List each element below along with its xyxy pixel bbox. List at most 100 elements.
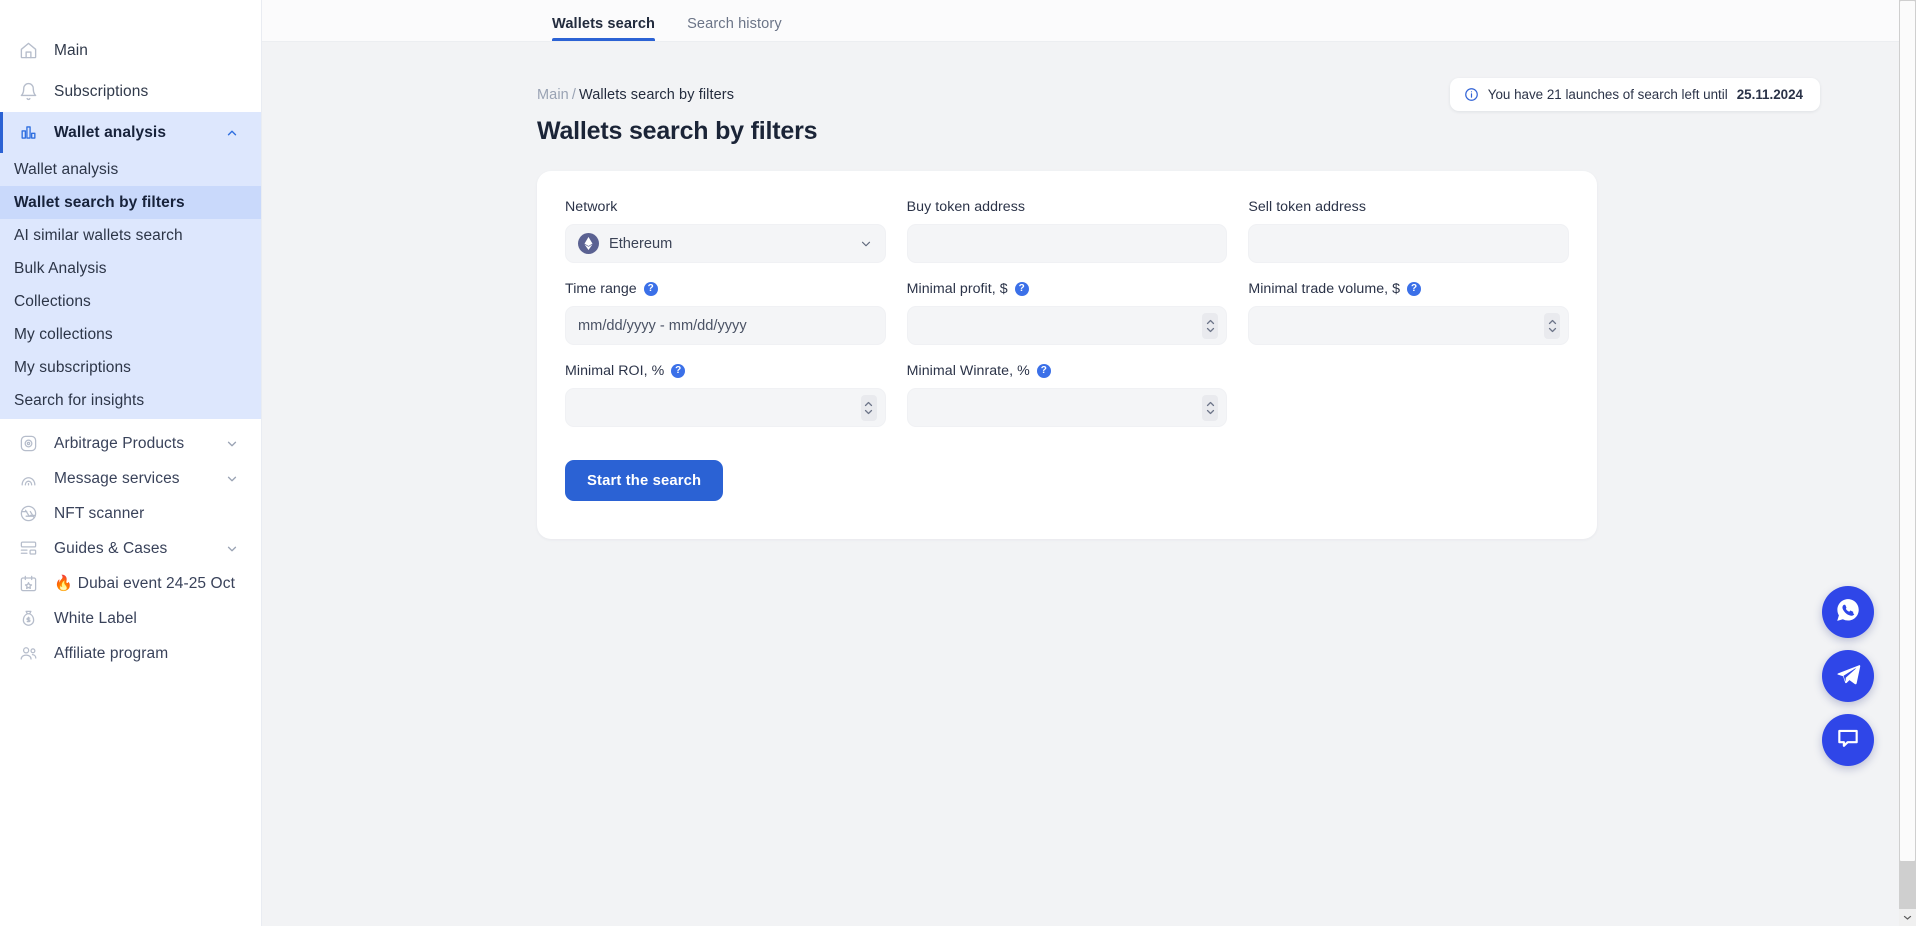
help-icon[interactable]: ?	[1014, 282, 1029, 296]
field-buy-token-address: Buy token address	[906, 199, 1228, 263]
field-minimal-profit: Minimal profit, $ ?	[906, 281, 1228, 345]
number-stepper[interactable]	[1202, 312, 1219, 339]
breadcrumb-main[interactable]: Main	[537, 87, 569, 103]
tab-search-history[interactable]: Search history	[687, 16, 782, 41]
number-stepper[interactable]	[1202, 394, 1219, 421]
form-row-1: Network Ethereum Buy token address Sell …	[565, 199, 1570, 263]
sidebar-item-nft-scanner[interactable]: NFT scanner	[0, 496, 261, 531]
chevron-down-icon[interactable]	[859, 237, 873, 251]
sidebar-item-label: Arbitrage Products	[54, 434, 185, 452]
fire-emoji: 🔥	[54, 575, 73, 592]
chat-fab[interactable]	[1822, 714, 1874, 766]
telegram-fab[interactable]	[1822, 650, 1874, 702]
sidebar-item-label: White Label	[54, 609, 137, 627]
scrollbar-down-arrow[interactable]	[1899, 909, 1916, 926]
breadcrumb-current: Wallets search by filters	[578, 86, 735, 103]
sidebar-group-label: Wallet analysis	[54, 123, 167, 141]
sidebar-subnav: Wallet analysis Wallet search by filters…	[0, 153, 261, 419]
sidebar-subitem-label: Bulk Analysis	[14, 259, 107, 277]
users-icon	[18, 644, 38, 664]
minimal-trade-volume-label: Minimal trade volume, $	[1248, 281, 1401, 297]
page-scrollbar[interactable]	[1899, 0, 1916, 926]
time-range-input[interactable]: mm/dd/yyyy - mm/dd/yyyy	[565, 306, 886, 345]
whatsapp-fab[interactable]	[1822, 586, 1874, 638]
sell-token-input[interactable]	[1248, 224, 1570, 263]
sidebar-subitem-label: Wallet analysis	[14, 160, 119, 178]
sidebar-item-label: Main	[54, 41, 88, 59]
minimal-trade-volume-input[interactable]	[1248, 306, 1570, 345]
sidebar-item-label: Dubai event 24-25 Oct	[77, 574, 235, 592]
field-label: Buy token address	[907, 199, 1228, 215]
field-label: Sell token address	[1248, 199, 1569, 215]
sidebar-item-label: NFT scanner	[54, 504, 145, 522]
sidebar-subitem-label: AI similar wallets search	[14, 226, 183, 244]
sidebar-item-wallet-search-by-filters[interactable]: Wallet search by filters	[0, 186, 261, 219]
home-icon	[18, 41, 38, 61]
buy-token-input[interactable]	[906, 224, 1228, 263]
sidebar-item-label: Guides & Cases	[54, 539, 168, 557]
field-label: Minimal profit, $ ?	[907, 281, 1228, 297]
bell-icon	[18, 82, 38, 102]
sidebar-item-white-label[interactable]: White Label	[0, 601, 261, 636]
minimal-winrate-input[interactable]	[906, 388, 1228, 427]
sidebar-item-bulk-analysis[interactable]: Bulk Analysis	[0, 252, 261, 285]
tab-wallets-search[interactable]: Wallets search	[552, 16, 656, 41]
sidebar-item-dubai-event[interactable]: 🔥 Dubai event 24-25 Oct	[0, 566, 261, 601]
telegram-icon	[1835, 661, 1861, 692]
sidebar-item-main[interactable]: Main	[0, 30, 261, 71]
sidebar-item-arbitrage-products[interactable]: Arbitrage Products	[0, 426, 261, 461]
main-area: Wallets search Search history Main / Walle…	[262, 0, 1916, 926]
chevron-down-icon[interactable]	[225, 542, 239, 556]
sidebar-subitem-label: Wallet search by filters	[14, 193, 185, 211]
chevron-down-icon[interactable]	[225, 437, 239, 451]
breadcrumb: Main / Wallets search by filters	[537, 87, 734, 103]
minimal-profit-input[interactable]	[906, 306, 1228, 345]
number-stepper[interactable]	[860, 394, 877, 421]
notice-date: 25.11.2024	[1736, 87, 1803, 102]
network-select[interactable]: Ethereum	[565, 224, 886, 263]
number-stepper[interactable]	[1544, 312, 1561, 339]
sidebar-item-collections[interactable]: Collections	[0, 285, 261, 318]
topline: Main / Wallets search by filters You have …	[262, 78, 1916, 111]
whatsapp-icon	[1835, 597, 1861, 628]
help-icon[interactable]: ?	[671, 364, 686, 378]
page-title: Wallets search by filters	[537, 117, 818, 145]
sidebar: Main Subscriptions Wallet analysis Walle…	[0, 0, 262, 926]
network-label: Network	[565, 199, 618, 215]
sidebar-item-label: Affiliate program	[54, 644, 169, 662]
sidebar-group-wallet-analysis[interactable]: Wallet analysis	[0, 112, 261, 153]
minimal-roi-input[interactable]	[565, 388, 886, 427]
help-icon[interactable]: ?	[1407, 282, 1422, 296]
help-icon[interactable]: ?	[1036, 364, 1051, 378]
sidebar-item-my-subscriptions[interactable]: My subscriptions	[0, 351, 261, 384]
money-bag-icon	[18, 609, 38, 629]
minimal-roi-label: Minimal ROI, %	[565, 363, 665, 379]
field-time-range: Time range ? mm/dd/yyyy - mm/dd/yyyy	[565, 281, 886, 345]
sidebar-item-ai-similar-wallets-search[interactable]: AI similar wallets search	[0, 219, 261, 252]
field-label: Minimal Winrate, % ?	[907, 363, 1228, 379]
sidebar-item-search-for-insights[interactable]: Search for insights	[0, 384, 261, 417]
minimal-winrate-label: Minimal Winrate, %	[906, 363, 1030, 379]
network-value: Ethereum	[609, 235, 673, 252]
floating-action-buttons	[1822, 586, 1874, 766]
scrollbar-thumb[interactable]	[1900, 1, 1915, 861]
sidebar-subitem-label: My collections	[14, 325, 113, 343]
search-filters-card: Network Ethereum Buy token address Sell …	[537, 171, 1597, 539]
field-sell-token-address: Sell token address	[1248, 199, 1570, 263]
sidebar-item-label: Message services	[54, 469, 180, 487]
sidebar-item-message-services[interactable]: Message services	[0, 461, 261, 496]
sidebar-item-affiliate-program[interactable]: Affiliate program	[0, 636, 261, 671]
info-circle-icon	[1464, 87, 1479, 102]
help-icon[interactable]: ?	[643, 282, 658, 296]
field-minimal-winrate: Minimal Winrate, % ?	[906, 363, 1228, 427]
buy-token-label: Buy token address	[906, 199, 1026, 215]
chevron-up-icon[interactable]	[225, 126, 239, 140]
sidebar-item-wallet-analysis[interactable]: Wallet analysis	[0, 153, 261, 186]
aperture-icon	[18, 504, 38, 524]
field-minimal-trade-volume: Minimal trade volume, $ ?	[1248, 281, 1570, 345]
sidebar-item-my-collections[interactable]: My collections	[0, 318, 261, 351]
sidebar-item-subscriptions[interactable]: Subscriptions	[0, 71, 261, 112]
chevron-down-icon[interactable]	[225, 472, 239, 486]
sidebar-item-guides-and-cases[interactable]: Guides & Cases	[0, 531, 261, 566]
start-the-search-button[interactable]: Start the search	[565, 460, 724, 501]
